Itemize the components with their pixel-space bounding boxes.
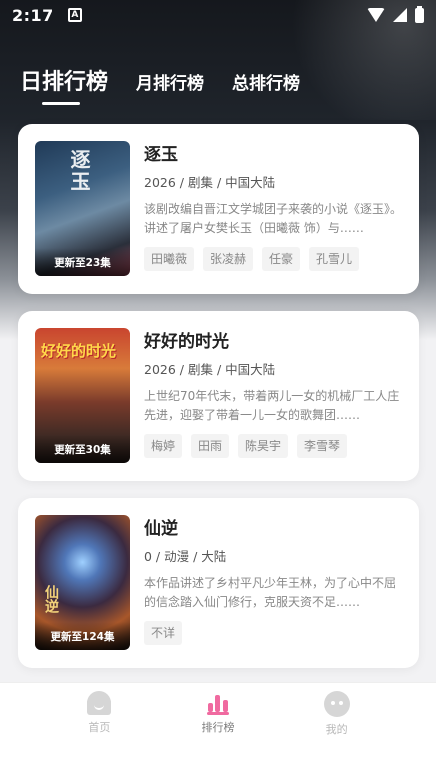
card-meta: 2026 / 剧集 / 中国大陆 bbox=[144, 175, 276, 190]
poster-image[interactable]: 逐玉 更新至23集 bbox=[35, 141, 130, 276]
card-description: 上世纪70年代末，带着两儿一女的机械厂工人庄先进，迎娶了带着一儿一女的歌舞团…… bbox=[144, 389, 400, 422]
cast-tags: 梅婷 田雨 陈昊宇 李雪琴 bbox=[144, 434, 402, 458]
nav-profile-label: 我的 bbox=[325, 723, 348, 736]
card-title: 好好的时光 bbox=[144, 332, 229, 352]
card-meta: 0 / 动漫 / 大陆 bbox=[144, 549, 227, 564]
status-bar: 2:17 A bbox=[0, 0, 436, 30]
cast-tag[interactable]: 不详 bbox=[144, 621, 183, 645]
update-badge: 更新至30集 bbox=[35, 435, 130, 463]
ranking-card[interactable]: 仙逆 更新至124集 仙逆 0 / 动漫 / 大陆 本作品讲述了乡村平凡少年王林… bbox=[18, 498, 419, 668]
tab-monthly[interactable]: 月排行榜 bbox=[136, 69, 204, 96]
card-title: 仙逆 bbox=[144, 519, 178, 539]
cast-tag[interactable]: 李雪琴 bbox=[297, 434, 348, 458]
signal-icon bbox=[393, 8, 407, 22]
ranking-card[interactable]: 逐玉 更新至23集 逐玉 2026 / 剧集 / 中国大陆 该剧改编自晋江文学城… bbox=[18, 124, 419, 294]
ranking-card[interactable]: 好好的时光 更新至30集 好好的时光 2026 / 剧集 / 中国大陆 上世纪7… bbox=[18, 311, 419, 481]
poster-art-title: 好好的时光 bbox=[41, 342, 117, 360]
cast-tags: 不详 bbox=[144, 621, 402, 645]
wifi-icon bbox=[367, 8, 385, 22]
poster-image[interactable]: 好好的时光 更新至30集 bbox=[35, 328, 130, 463]
nav-profile[interactable]: 我的 bbox=[297, 683, 377, 776]
card-description: 该剧改编自晋江文学城团子来袭的小说《逐玉》。讲述了屠户女樊长玉（田曦薇 饰）与…… bbox=[144, 202, 402, 235]
home-icon bbox=[86, 691, 112, 715]
cast-tag[interactable]: 田雨 bbox=[191, 434, 230, 458]
tab-total[interactable]: 总排行榜 bbox=[232, 69, 300, 96]
battery-icon bbox=[415, 5, 424, 23]
update-badge: 更新至124集 bbox=[35, 622, 130, 650]
card-title: 逐玉 bbox=[144, 145, 178, 165]
cast-tag[interactable]: 梅婷 bbox=[144, 434, 183, 458]
nav-ranking-label: 排行榜 bbox=[201, 721, 235, 734]
card-description: 本作品讲述了乡村平凡少年王林，为了心中不屈的信念踏入仙门修行，克服天资不足…… bbox=[144, 576, 397, 609]
nav-home-label: 首页 bbox=[88, 721, 111, 734]
cast-tag[interactable]: 任豪 bbox=[262, 247, 301, 271]
tab-active-indicator bbox=[42, 102, 80, 105]
poster-image[interactable]: 仙逆 更新至124集 bbox=[35, 515, 130, 650]
cast-tag[interactable]: 孔雪儿 bbox=[309, 247, 360, 271]
ranking-tabs: 日排行榜 月排行榜 总排行榜 bbox=[20, 64, 328, 96]
ranking-icon bbox=[205, 691, 231, 715]
cast-tag[interactable]: 田曦薇 bbox=[144, 247, 195, 271]
profile-icon bbox=[323, 691, 350, 717]
cast-tag[interactable]: 张凌赫 bbox=[203, 247, 254, 271]
card-meta: 2026 / 剧集 / 中国大陆 bbox=[144, 362, 276, 377]
notification-icon: A bbox=[67, 8, 82, 22]
tab-daily[interactable]: 日排行榜 bbox=[20, 64, 108, 96]
status-time: 2:17 bbox=[12, 5, 54, 25]
nav-home[interactable]: 首页 bbox=[59, 683, 139, 776]
cast-tag[interactable]: 陈昊宇 bbox=[238, 434, 289, 458]
poster-art-title: 仙逆 bbox=[43, 585, 59, 613]
poster-art-title: 逐玉 bbox=[67, 149, 91, 193]
update-badge: 更新至23集 bbox=[35, 248, 130, 276]
cast-tags: 田曦薇 张凌赫 任豪 孔雪儿 bbox=[144, 247, 402, 271]
nav-ranking[interactable]: 排行榜 bbox=[178, 683, 258, 776]
bottom-navigation: 首页 排行榜 我的 bbox=[0, 682, 436, 776]
